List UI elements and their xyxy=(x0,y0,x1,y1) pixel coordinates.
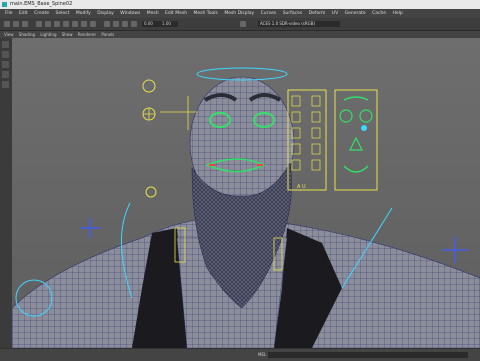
layout-icon[interactable] xyxy=(2,81,9,88)
menu-help[interactable]: Help xyxy=(393,9,403,18)
texture-icon[interactable] xyxy=(72,21,78,27)
grid-icon[interactable] xyxy=(45,21,51,27)
lasso-tool-icon[interactable] xyxy=(13,21,19,27)
shadow-icon[interactable] xyxy=(90,21,96,27)
xray-icon[interactable] xyxy=(113,21,119,27)
panel-menu-lighting[interactable]: Lighting xyxy=(40,32,56,37)
menu-edit-mesh[interactable]: Edit Mesh xyxy=(165,9,187,18)
menu-bar: File Edit Create Select Modify Display W… xyxy=(0,9,480,18)
panel-menu-bar: View Shading Lighting Show Renderer Pane… xyxy=(0,31,480,38)
panel-menu-renderer[interactable]: Renderer xyxy=(78,32,96,37)
color-space-field[interactable]: ACES 1.0 SDR-video (sRGB) xyxy=(258,21,340,27)
command-line-input[interactable] xyxy=(268,352,468,358)
ao-icon[interactable] xyxy=(131,21,137,27)
isolate-icon[interactable] xyxy=(104,21,110,27)
menu-display[interactable]: Display xyxy=(97,9,114,18)
select-icon[interactable] xyxy=(2,41,9,48)
menu-select[interactable]: Select xyxy=(56,9,70,18)
viewport-toolbar: 0.00 1.00 ACES 1.0 SDR-video (sRGB) xyxy=(0,18,480,31)
rotate-icon[interactable] xyxy=(2,61,9,68)
exposure-field[interactable]: 0.00 xyxy=(142,21,160,27)
menu-modify[interactable]: Modify xyxy=(76,9,91,18)
menu-surfaces[interactable]: Surfaces xyxy=(283,9,303,18)
move-icon[interactable] xyxy=(2,51,9,58)
wireframe-icon[interactable] xyxy=(54,21,60,27)
3d-viewport[interactable]: A U xyxy=(12,38,480,348)
camera-icon[interactable] xyxy=(36,21,42,27)
face-gui-panel xyxy=(334,89,378,191)
select-tool-icon[interactable] xyxy=(4,21,10,27)
scene-render: A U xyxy=(12,67,480,348)
smooth-shade-icon[interactable] xyxy=(63,21,69,27)
menu-mesh[interactable]: Mesh xyxy=(147,9,159,18)
menu-cache[interactable]: Cache xyxy=(372,9,386,18)
menu-file[interactable]: File xyxy=(5,9,13,18)
menu-create[interactable]: Create xyxy=(34,9,49,18)
menu-generate[interactable]: Generate xyxy=(345,9,366,18)
light-icon[interactable] xyxy=(81,21,87,27)
menu-edit[interactable]: Edit xyxy=(19,9,28,18)
panel-menu-shading[interactable]: Shading xyxy=(19,32,35,37)
paint-tool-icon[interactable] xyxy=(22,21,28,27)
mel-label: MEL xyxy=(258,352,267,357)
menu-curves[interactable]: Curves xyxy=(261,9,277,18)
tool-box xyxy=(0,38,12,348)
mouth-panel-label: A U xyxy=(297,184,306,190)
window-title: main.EMS_Base_Spine02 xyxy=(10,1,73,7)
panel-menu-show[interactable]: Show xyxy=(62,32,73,37)
scale-icon[interactable] xyxy=(2,71,9,78)
plus-control-right xyxy=(442,237,468,263)
title-bar: main.EMS_Base_Spine02 xyxy=(0,0,480,9)
xray-joints-icon[interactable] xyxy=(122,21,128,27)
menu-mesh-display[interactable]: Mesh Display xyxy=(224,9,254,18)
plus-control-left xyxy=(80,218,100,238)
control-circle-top xyxy=(142,79,156,93)
panel-menu-view[interactable]: View xyxy=(4,32,14,37)
status-bar: MEL xyxy=(0,348,480,361)
gamma-field[interactable]: 1.00 xyxy=(160,21,178,27)
menu-windows[interactable]: Windows xyxy=(120,9,140,18)
color-management-icon[interactable] xyxy=(240,21,246,27)
panel-menu-panels[interactable]: Panels xyxy=(101,32,114,37)
menu-uv[interactable]: UV xyxy=(332,9,338,18)
menu-deform[interactable]: Deform xyxy=(309,9,326,18)
control-circle-low xyxy=(145,186,157,198)
maya-logo-icon xyxy=(2,2,7,7)
menu-mesh-tools[interactable]: Mesh Tools xyxy=(194,9,218,18)
